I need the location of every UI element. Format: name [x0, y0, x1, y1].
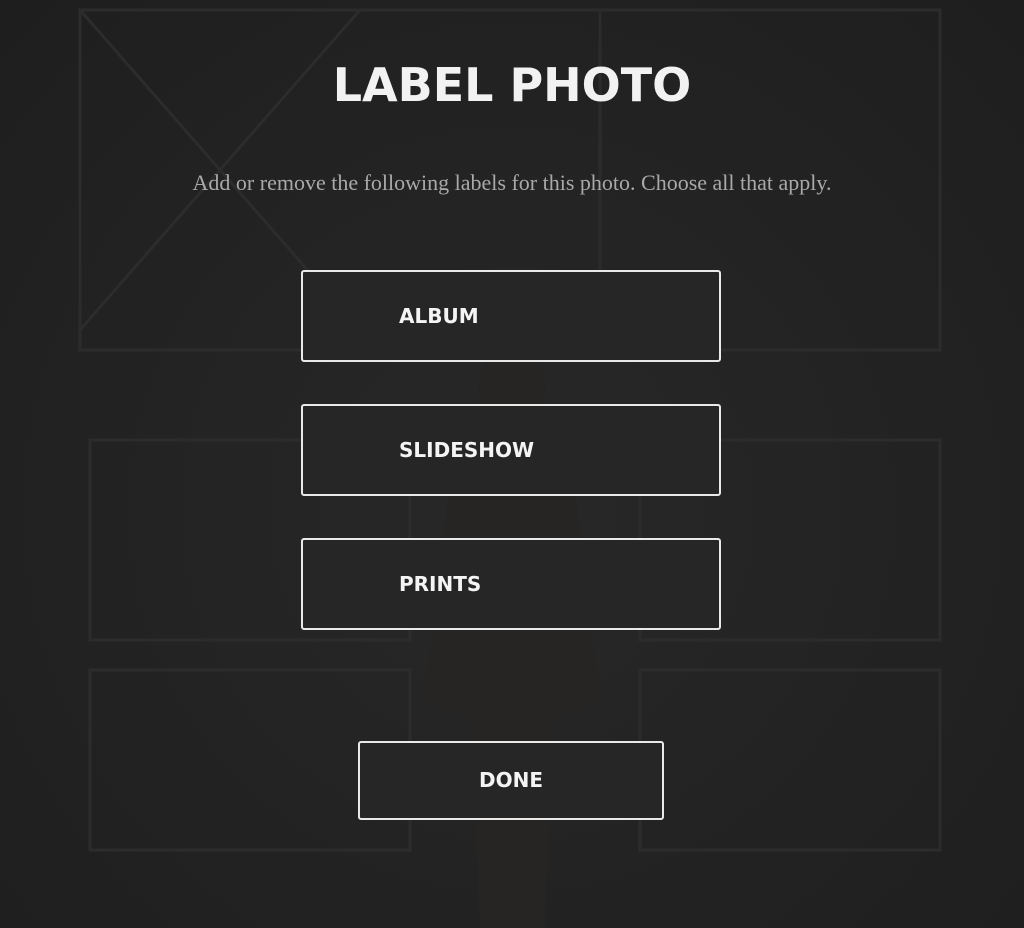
dialog-subtitle: Add or remove the following labels for t… — [192, 170, 832, 195]
label-option-slideshow[interactable]: SLIDESHOW — [301, 404, 721, 496]
dialog-title: LABEL PHOTO — [332, 58, 692, 112]
label-option-text: PRINTS — [399, 572, 482, 596]
label-photo-dialog: LABEL PHOTO Add or remove the following … — [0, 0, 1024, 928]
done-button[interactable]: DONE — [358, 741, 664, 820]
label-option-prints[interactable]: PRINTS — [301, 538, 721, 630]
label-option-text: SLIDESHOW — [399, 438, 535, 462]
label-option-album[interactable]: ALBUM — [301, 270, 721, 362]
label-option-text: ALBUM — [399, 304, 479, 328]
